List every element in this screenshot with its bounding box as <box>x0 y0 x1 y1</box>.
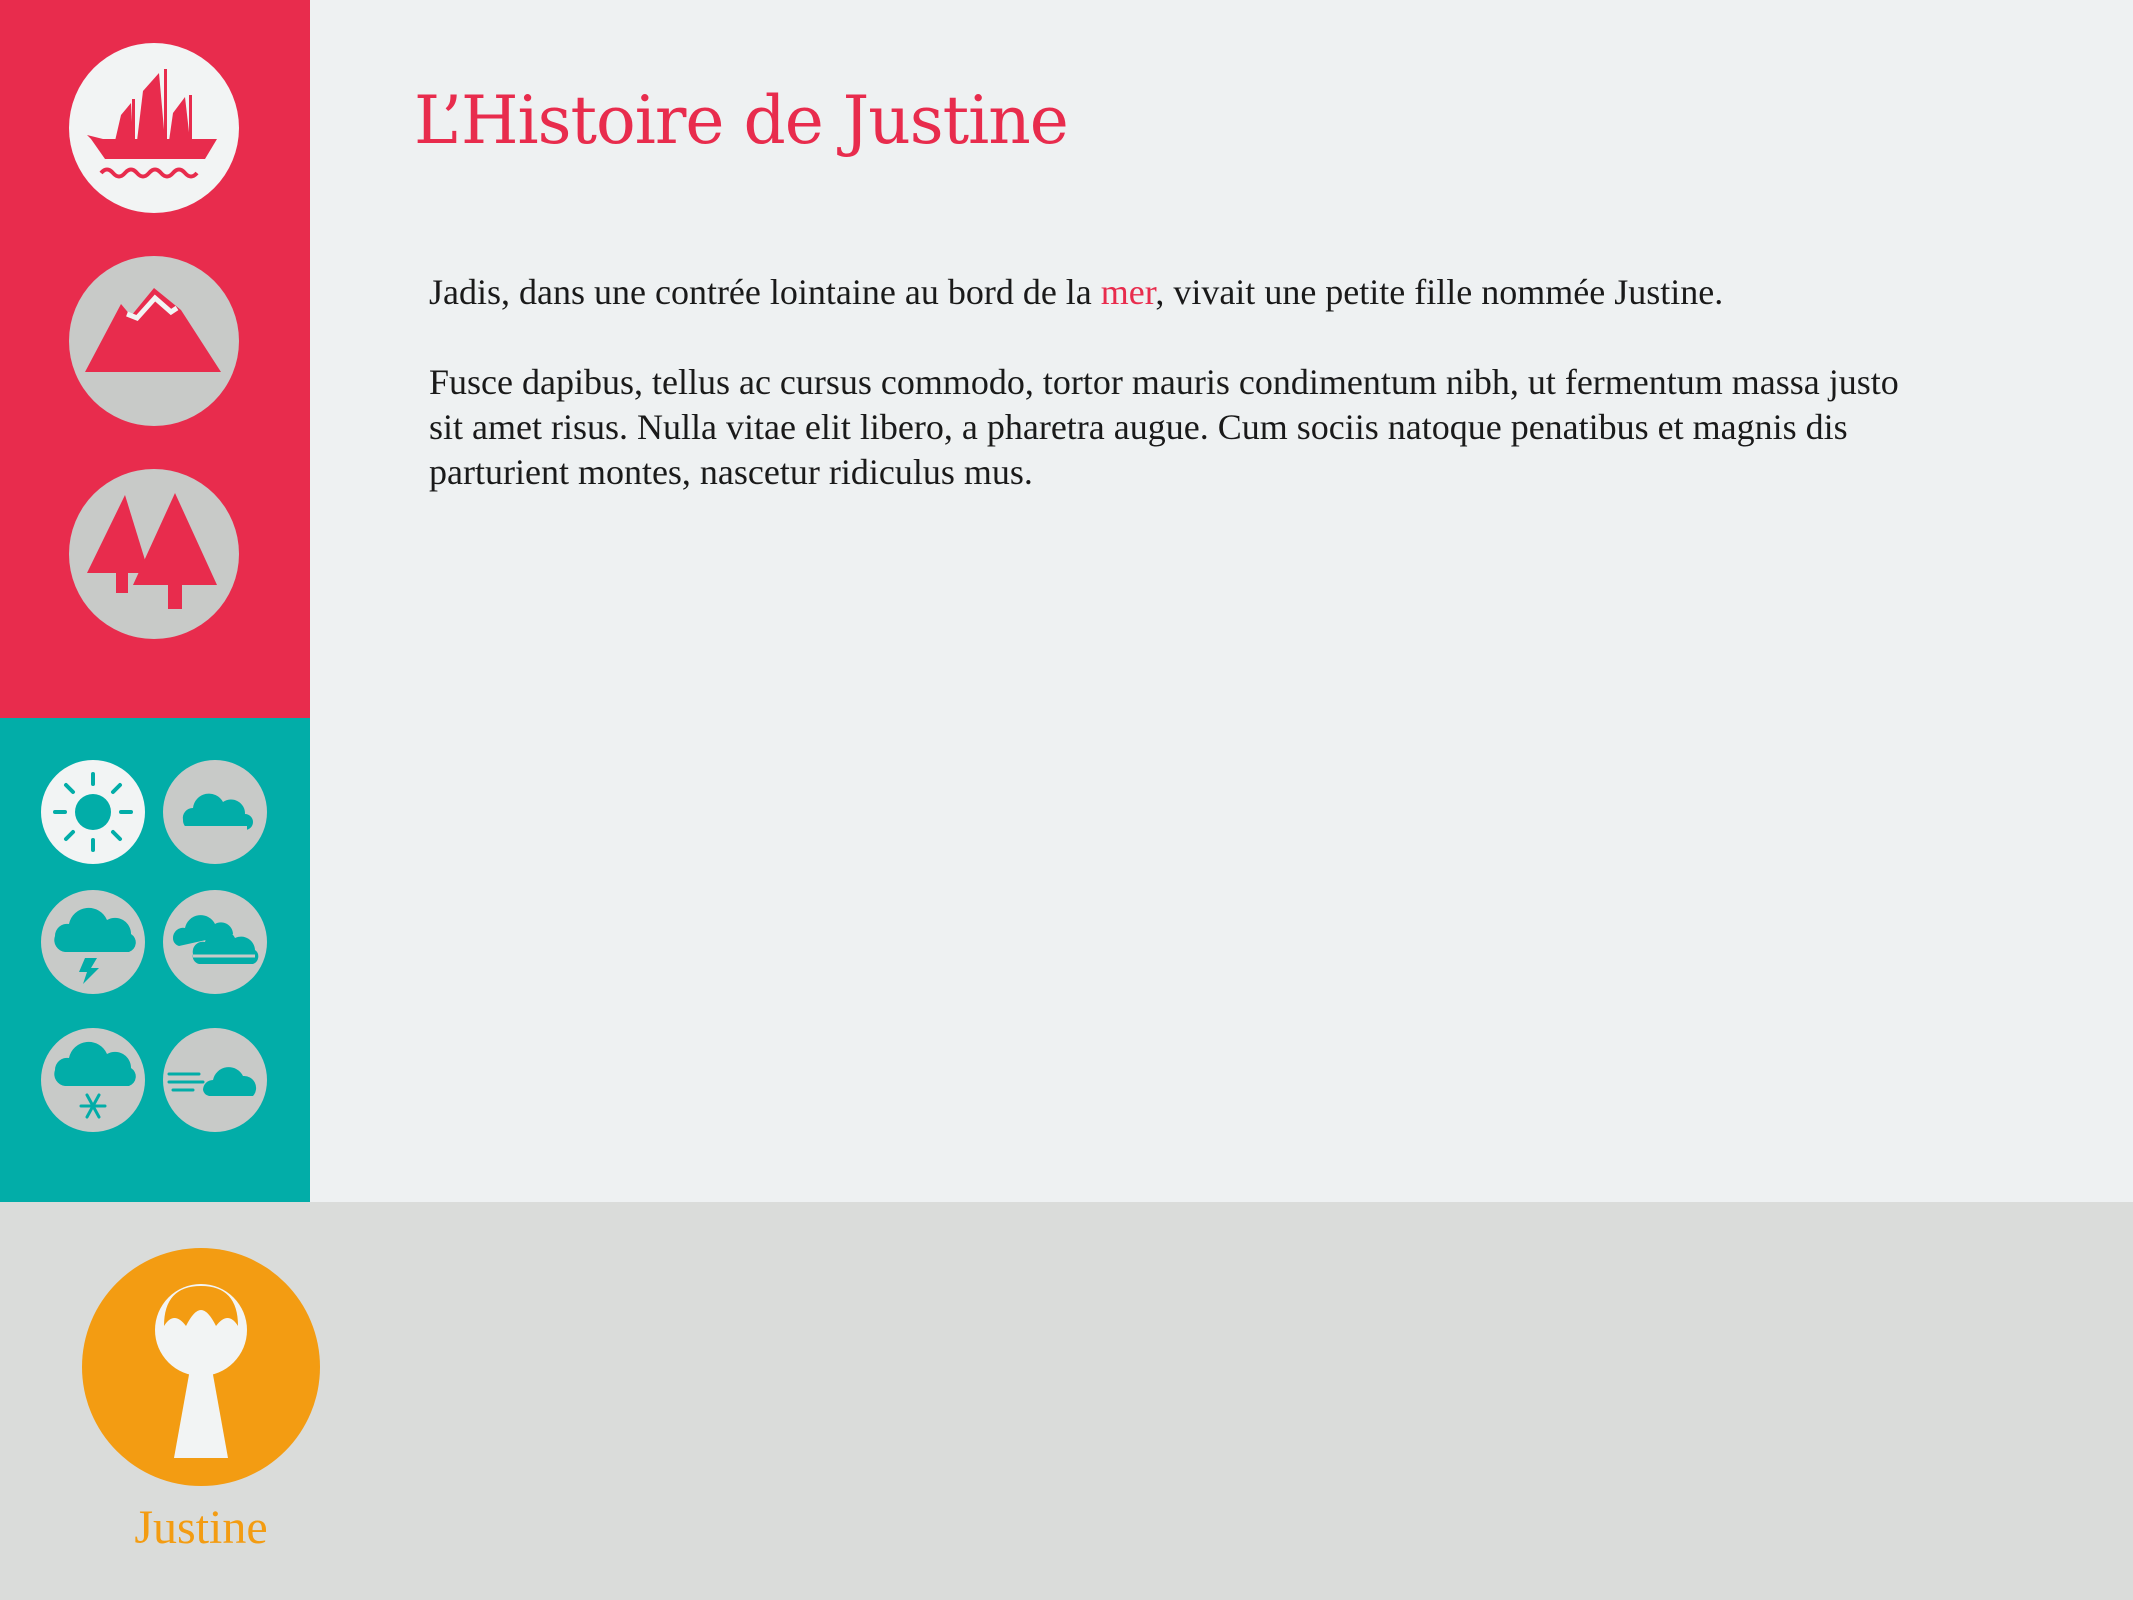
weather-clouds-button[interactable] <box>163 890 267 994</box>
weather-storm-button[interactable] <box>41 890 145 994</box>
clouds-icon <box>163 890 267 994</box>
story-paragraph-2: Fusce dapibus, tellus ac cursus commodo,… <box>429 362 1899 492</box>
wind-icon <box>163 1028 267 1132</box>
weather-sidebar <box>0 718 310 1202</box>
story-paragraph-1: Jadis, dans une contrée lointaine au bor… <box>429 270 1909 315</box>
cloud-icon <box>163 760 267 864</box>
story-text: Jadis, dans une contrée lointaine au bor… <box>429 270 1909 540</box>
weather-sun-button[interactable] <box>41 760 145 864</box>
weather-snow-button[interactable] <box>41 1028 145 1132</box>
weather-cloud-button[interactable] <box>163 760 267 864</box>
girl-icon <box>82 1248 320 1486</box>
keyword-mer-link[interactable]: mer <box>1101 272 1156 312</box>
forest-icon <box>69 469 239 639</box>
snow-icon <box>41 1028 145 1132</box>
character-avatar-button[interactable] <box>82 1248 320 1486</box>
sun-icon <box>41 760 145 864</box>
story-text-before: Jadis, dans une contrée lointaine au bor… <box>429 272 1101 312</box>
page-title: L’Histoire de Justine <box>414 82 1069 159</box>
ship-icon <box>69 43 239 213</box>
storm-icon <box>41 890 145 994</box>
mountain-icon <box>69 256 239 426</box>
story-text-after: , vivait une petite fille nommée Justine… <box>1155 272 1724 312</box>
scene-sidebar <box>0 0 310 718</box>
weather-wind-button[interactable] <box>163 1028 267 1132</box>
scene-mountain-button[interactable] <box>69 256 239 426</box>
scene-forest-button[interactable] <box>69 469 239 639</box>
character-name: Justine <box>134 1501 268 1554</box>
scene-ship-button[interactable] <box>69 43 239 213</box>
